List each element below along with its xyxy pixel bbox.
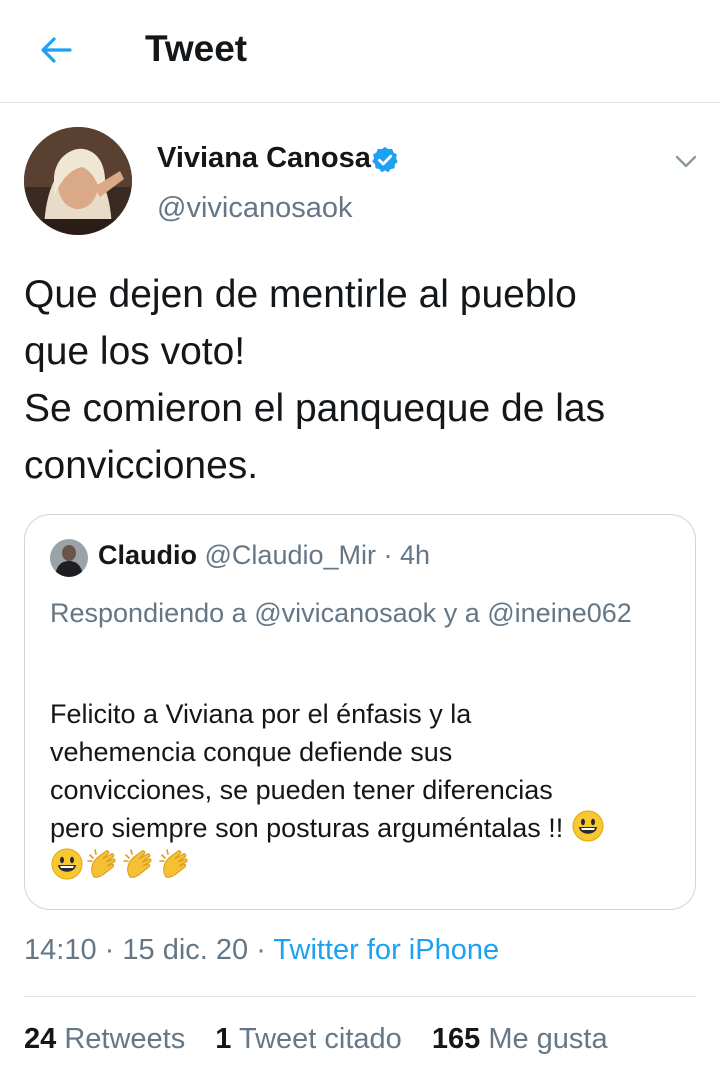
clapping-hands-emoji-icon xyxy=(87,849,116,878)
reply-prefix: Respondiendo a xyxy=(50,598,247,628)
tweet-author: Viviana Canosa @vivicanosaok xyxy=(24,127,704,237)
smiley-emoji-icon xyxy=(51,848,83,880)
quoted-author-handle: @Claudio_Mir xyxy=(204,540,376,570)
tweet-time: 14:10 xyxy=(24,934,97,966)
quotes-stat[interactable]: 1 Tweet citado xyxy=(215,1023,410,1055)
verified-badge-icon xyxy=(372,146,398,173)
divider xyxy=(24,996,696,997)
clapping-hands-emoji-icon xyxy=(159,849,188,878)
retweets-label: Retweets xyxy=(64,1023,186,1055)
quoted-text: Felicito a Viviana por el énfasis y la v… xyxy=(50,695,680,885)
top-bar: Tweet xyxy=(0,0,720,103)
quoted-text-line: Felicito a Viviana por el énfasis y la xyxy=(50,699,472,729)
meta-separator: · xyxy=(104,934,115,966)
source-link[interactable]: Twitter for iPhone xyxy=(273,934,499,966)
tweet-timestamp: 14:10 · 15 dic. 20 · Twitter for iPhone xyxy=(24,934,499,967)
chevron-down-icon[interactable] xyxy=(672,147,700,175)
reply-user-link[interactable]: @ineine062 xyxy=(487,598,632,628)
tweet-text-line: que los voto! xyxy=(24,330,246,373)
author-name[interactable]: Viviana Canosa xyxy=(157,142,371,175)
tweet-stats: 24 Retweets 1 Tweet citado 165 Me gusta xyxy=(24,1023,630,1056)
quotes-count: 1 xyxy=(215,1023,232,1055)
quoted-separator: · xyxy=(383,540,393,570)
quoted-text-line: vehemencia conque defiende sus xyxy=(50,737,453,767)
reply-user-link[interactable]: @vivicanosaok xyxy=(254,598,436,628)
tweet-text-line: Se comieron el panqueque de las xyxy=(24,387,606,430)
quoted-header: Claudio @Claudio_Mir · 4h xyxy=(98,540,430,571)
page-title: Tweet xyxy=(145,28,248,69)
tweet-text-line: Que dejen de mentirle al pueblo xyxy=(24,273,577,316)
meta-separator: · xyxy=(256,934,266,966)
quoted-text-line: pero siempre son posturas arguméntalas !… xyxy=(50,809,680,847)
reply-and: y a xyxy=(443,598,480,628)
tweet-date: 15 dic. 20 xyxy=(122,934,249,966)
quoted-avatar[interactable] xyxy=(50,539,88,577)
retweets-stat[interactable]: 24 Retweets xyxy=(24,1023,193,1055)
quoted-author-name: Claudio xyxy=(98,540,197,570)
retweets-count: 24 xyxy=(24,1023,57,1055)
quoted-text-line: convicciones, se pueden tener diferencia… xyxy=(50,775,553,805)
author-handle[interactable]: @vivicanosaok xyxy=(157,192,352,225)
tweet-text: Que dejen de mentirle al pueblo que los … xyxy=(24,266,696,494)
quoted-replying-to: Respondiendo a @vivicanosaok y a @ineine… xyxy=(50,593,670,633)
quoted-tweet-card[interactable]: Claudio @Claudio_Mir · 4h Respondiendo a… xyxy=(24,514,696,910)
back-arrow-icon xyxy=(41,37,72,63)
likes-count: 165 xyxy=(431,1023,481,1055)
quoted-text-line-content: pero siempre son posturas arguméntalas !… xyxy=(50,813,564,843)
back-button[interactable] xyxy=(36,30,76,70)
quoted-emoji-line xyxy=(50,847,680,885)
quoted-time: 4h xyxy=(400,540,431,570)
quotes-label: Tweet citado xyxy=(238,1023,402,1055)
smiley-emoji-icon xyxy=(572,810,604,842)
likes-stat[interactable]: 165 Me gusta xyxy=(432,1023,608,1055)
tweet-text-line: convicciones. xyxy=(24,444,259,487)
likes-label: Me gusta xyxy=(488,1023,608,1055)
clapping-hands-emoji-icon xyxy=(123,849,152,878)
author-avatar[interactable] xyxy=(24,127,132,235)
